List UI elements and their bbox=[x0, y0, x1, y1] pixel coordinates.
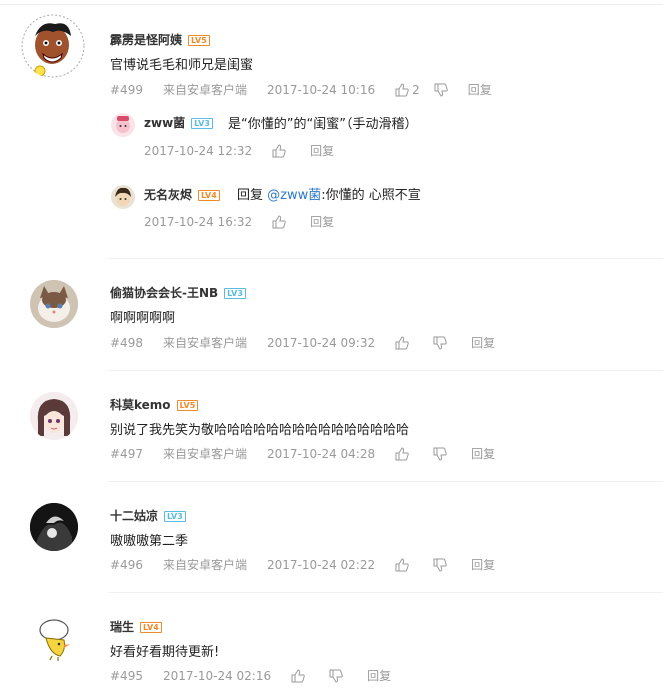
username-text[interactable]: 瑞生 bbox=[110, 620, 134, 634]
username[interactable]: 无名灰烬 LV4 bbox=[144, 186, 220, 203]
source-label: 来自安卓客户端 bbox=[162, 558, 247, 572]
reply-prefix: 回复 bbox=[237, 188, 264, 203]
cartoon-warrior-avatar-icon bbox=[21, 14, 85, 78]
username[interactable]: 霹雳是怪阿姨 LV5 bbox=[110, 31, 210, 48]
comment-meta: #499 来自安卓客户端 2017-10-24 10:16 2 回复 bbox=[110, 81, 492, 98]
username-text[interactable]: 科莫kemo bbox=[110, 398, 171, 412]
thumbs-down-icon[interactable] bbox=[433, 558, 447, 572]
avatar[interactable] bbox=[111, 113, 135, 137]
level-badge: LV3 bbox=[224, 288, 246, 299]
thumbs-up-icon[interactable] bbox=[272, 214, 286, 229]
reply-button[interactable]: 回复 bbox=[310, 213, 334, 230]
username[interactable]: 瑞生 LV4 bbox=[110, 618, 162, 635]
floor-number: #496 bbox=[110, 557, 143, 572]
avatar[interactable] bbox=[30, 280, 78, 328]
level-badge: LV5 bbox=[176, 400, 199, 411]
avatar[interactable] bbox=[30, 392, 78, 440]
reply-meta: 2017-10-24 16:32 回复 bbox=[144, 213, 334, 230]
floor-number: #498 bbox=[110, 335, 143, 350]
divider bbox=[108, 258, 663, 259]
thumbs-down-icon[interactable] bbox=[433, 447, 447, 461]
comment-text: 官博说毛毛和师兄是闺蜜 bbox=[110, 58, 254, 73]
comment-meta: #498 来自安卓客户端 2017-10-24 09:32 回复 bbox=[110, 334, 495, 351]
thumbs-up-icon[interactable] bbox=[395, 82, 409, 97]
username-text[interactable]: 偷猫协会会长-王NB bbox=[110, 286, 218, 300]
reply-button[interactable]: 回复 bbox=[471, 334, 495, 351]
mention-link[interactable]: @zww菌 bbox=[267, 188, 321, 203]
timestamp: 2017-10-24 12:32 bbox=[144, 143, 253, 158]
level-badge: LV5 bbox=[188, 35, 210, 46]
level-badge: LV3 bbox=[191, 118, 213, 129]
timestamp: 2017-10-24 04:28 bbox=[266, 446, 376, 461]
reply-text: 是“你懂的”的“闺蜜”（手动滑稽） bbox=[228, 117, 418, 132]
avatar[interactable] bbox=[21, 14, 85, 78]
reply-button[interactable]: 回复 bbox=[468, 81, 492, 98]
reply-meta: 2017-10-24 12:32 回复 bbox=[144, 142, 334, 159]
reply-button[interactable]: 回复 bbox=[310, 142, 334, 159]
divider bbox=[108, 370, 663, 371]
timestamp: 2017-10-24 10:16 bbox=[266, 82, 376, 97]
username[interactable]: zww菌 LV3 bbox=[144, 114, 213, 131]
floor-number: #499 bbox=[110, 82, 143, 97]
comment-text: 嗷嗷嗷第二季 bbox=[110, 534, 189, 549]
timestamp: 2017-10-24 16:32 bbox=[144, 214, 253, 229]
cartoon-chick-avatar-icon bbox=[30, 614, 78, 662]
level-badge: LV4 bbox=[140, 622, 162, 633]
anime-girl-avatar-icon bbox=[30, 392, 78, 440]
timestamp: 2017-10-24 02:16 bbox=[162, 668, 272, 683]
avatar[interactable] bbox=[111, 185, 135, 209]
thumbs-up-icon[interactable] bbox=[272, 143, 286, 158]
divider bbox=[108, 592, 663, 593]
thumbs-up-icon[interactable] bbox=[395, 335, 409, 350]
floor-number: #497 bbox=[110, 446, 143, 461]
floor-number: #495 bbox=[110, 668, 143, 683]
cat-avatar-icon bbox=[30, 280, 78, 328]
avatar[interactable] bbox=[30, 614, 78, 662]
like-count: 2 bbox=[412, 82, 420, 97]
timestamp: 2017-10-24 09:32 bbox=[266, 335, 376, 350]
thumbs-down-icon[interactable] bbox=[329, 669, 343, 683]
username[interactable]: 十二姑凉 LV3 bbox=[110, 507, 186, 524]
source-label: 来自安卓客户端 bbox=[162, 336, 247, 350]
source-label: 来自安卓客户端 bbox=[162, 83, 247, 97]
avatar[interactable] bbox=[30, 503, 78, 551]
username-text[interactable]: 十二姑凉 bbox=[110, 509, 158, 523]
comment-meta: #497 来自安卓客户端 2017-10-24 04:28 回复 bbox=[110, 445, 495, 462]
username-text[interactable]: zww菌 bbox=[144, 116, 185, 130]
comment-meta: #495 2017-10-24 02:16 回复 bbox=[110, 667, 391, 684]
reply-text: 回复 @zww菌:你懂的 心照不宣 bbox=[237, 184, 421, 203]
reply-button[interactable]: 回复 bbox=[367, 667, 391, 684]
level-badge: LV4 bbox=[198, 190, 220, 201]
thumbs-up-icon[interactable] bbox=[395, 557, 409, 572]
divider bbox=[108, 481, 663, 482]
source-label: 来自安卓客户端 bbox=[162, 447, 247, 461]
pink-cartoon-avatar-icon bbox=[116, 116, 130, 133]
comment-meta: #496 来自安卓客户端 2017-10-24 02:22 回复 bbox=[110, 556, 495, 573]
thumbs-down-icon[interactable] bbox=[434, 83, 448, 97]
reply-body: :你懂的 心照不宣 bbox=[321, 188, 421, 203]
comment-text: 啊啊啊啊啊 bbox=[110, 311, 176, 326]
comment-text: 好看好看期待更新! bbox=[110, 645, 220, 660]
username[interactable]: 偷猫协会会长-王NB LV3 bbox=[110, 284, 246, 301]
reply-button[interactable]: 回复 bbox=[471, 556, 495, 573]
dark-hair-avatar-icon bbox=[115, 187, 131, 206]
username-text[interactable]: 无名灰烬 bbox=[144, 188, 192, 202]
reply-button[interactable]: 回复 bbox=[471, 445, 495, 462]
username-text[interactable]: 霹雳是怪阿姨 bbox=[110, 33, 182, 47]
thumbs-up-icon[interactable] bbox=[291, 668, 305, 683]
top-divider bbox=[0, 4, 663, 5]
thumbs-up-icon[interactable] bbox=[395, 446, 409, 461]
thumbs-down-icon[interactable] bbox=[433, 336, 447, 350]
level-badge: LV3 bbox=[164, 511, 186, 522]
username[interactable]: 科莫kemo LV5 bbox=[110, 396, 199, 413]
dark-photo-avatar-icon bbox=[30, 503, 78, 551]
timestamp: 2017-10-24 02:22 bbox=[266, 557, 376, 572]
comment-text: 别说了我先笑为敬哈哈哈哈哈哈哈哈哈哈哈哈哈哈哈 bbox=[110, 423, 410, 438]
